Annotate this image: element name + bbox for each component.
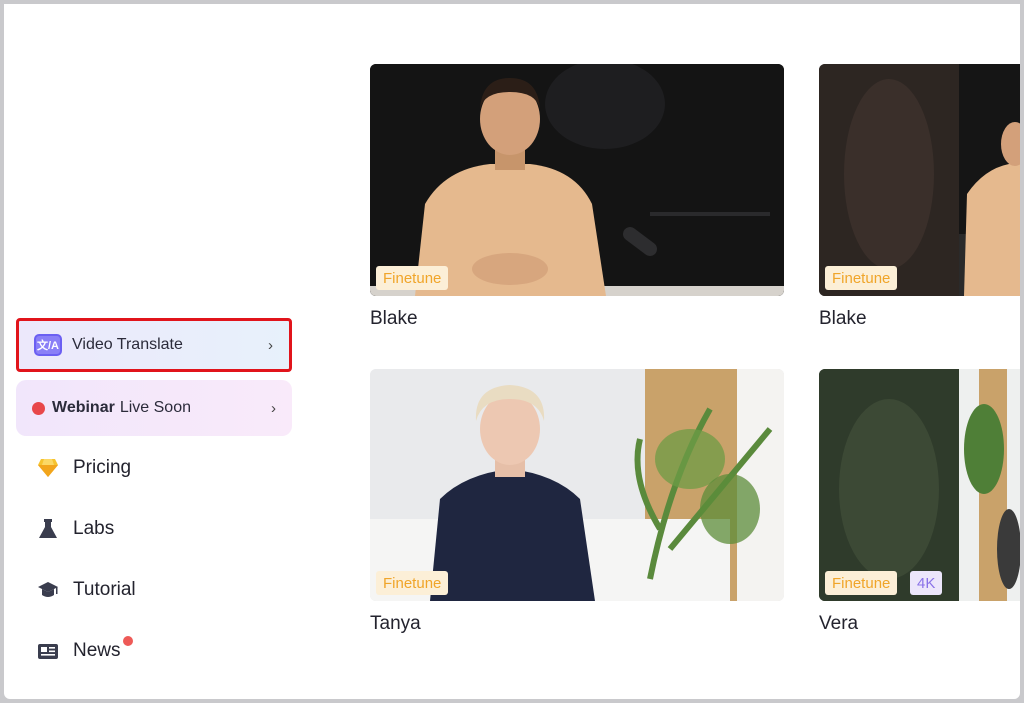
video-translate-label: Video Translate xyxy=(72,336,183,353)
video-translate-button[interactable]: 文/A Video Translate › xyxy=(16,318,292,372)
finetune-badge: Finetune xyxy=(376,266,449,290)
newspaper-icon xyxy=(37,640,59,662)
graduation-cap-icon xyxy=(37,579,59,601)
avatar-thumbnail[interactable]: Finetune xyxy=(819,64,1020,296)
chevron-right-icon: › xyxy=(268,336,273,354)
notification-dot xyxy=(122,636,133,646)
sidebar: 文/A Video Translate › Webinar Live Soon … xyxy=(4,4,304,699)
finetune-badge: Finetune xyxy=(825,571,898,595)
avatar-name: Vera xyxy=(819,613,859,634)
avatar-image xyxy=(370,64,784,296)
avatar-image xyxy=(370,369,784,601)
webinar-status: Live Soon xyxy=(119,399,191,416)
avatar-thumbnail[interactable]: Finetune xyxy=(370,64,784,296)
avatar-card[interactable]: Finetune 4K Vera xyxy=(819,369,1020,635)
flask-icon xyxy=(37,518,59,540)
avatar-image xyxy=(819,369,1020,601)
avatar-thumbnail[interactable]: Finetune xyxy=(370,369,784,601)
sidebar-item-labs[interactable]: Labs xyxy=(37,514,114,544)
avatar-name: Blake xyxy=(819,308,867,329)
sidebar-item-news[interactable]: News xyxy=(37,636,133,666)
sidebar-item-label: News xyxy=(73,640,121,661)
avatar-card[interactable]: Finetune Tanya xyxy=(370,369,784,635)
avatar-card[interactable]: Finetune Blake xyxy=(370,64,784,330)
sidebar-item-pricing[interactable]: Pricing xyxy=(37,453,131,483)
live-dot-icon xyxy=(32,401,45,415)
chevron-right-icon: › xyxy=(271,399,276,417)
avatar-card[interactable]: Finetune Blake xyxy=(819,64,1020,330)
webinar-title: Webinar xyxy=(52,399,115,416)
sidebar-item-label: Labs xyxy=(73,518,115,539)
webinar-button[interactable]: Webinar Live Soon › xyxy=(16,380,292,436)
avatar-name: Blake xyxy=(370,308,418,329)
sidebar-item-label: Pricing xyxy=(73,457,132,478)
avatar-name: Tanya xyxy=(370,613,421,634)
translate-icon: 文/A xyxy=(34,334,62,356)
sidebar-item-label: Tutorial xyxy=(73,579,136,600)
avatar-image xyxy=(819,64,1020,296)
app-window: 文/A Video Translate › Webinar Live Soon … xyxy=(4,4,1020,699)
avatar-thumbnail[interactable]: Finetune 4K xyxy=(819,369,1020,601)
diamond-icon xyxy=(37,457,59,479)
sidebar-item-tutorial[interactable]: Tutorial xyxy=(37,575,136,605)
finetune-badge: Finetune xyxy=(376,571,449,595)
finetune-badge: Finetune xyxy=(825,266,898,290)
4k-badge: 4K xyxy=(910,571,943,595)
